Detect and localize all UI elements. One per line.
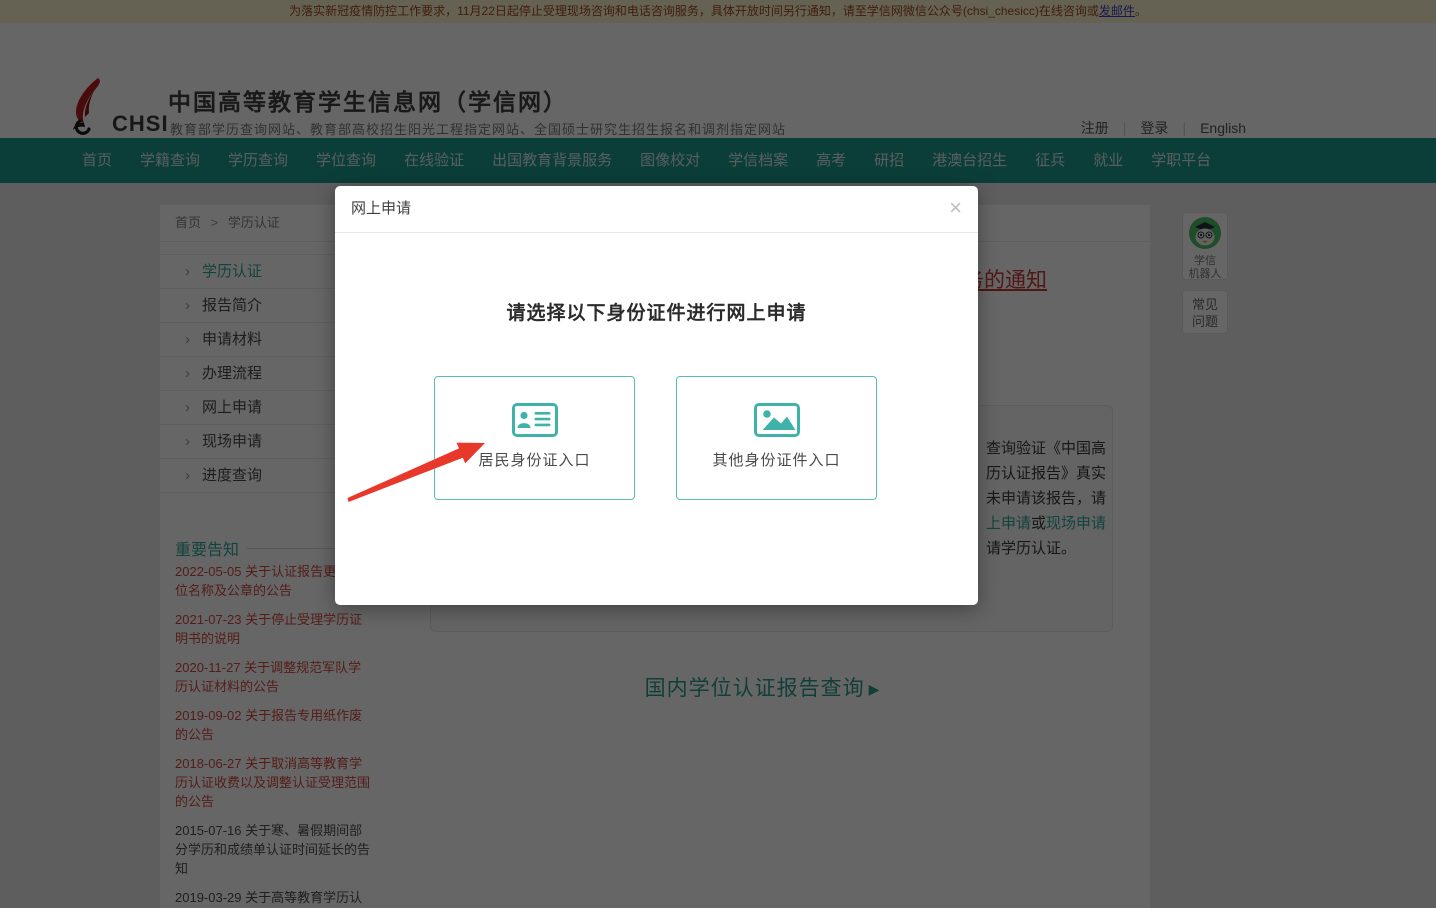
modal-title: 网上申请 bbox=[351, 200, 412, 217]
online-application-modal: 网上申请 × 请选择以下身份证件进行网上申请 居民身份证入口 其他身份证件入口 bbox=[335, 186, 978, 605]
image-icon bbox=[753, 403, 800, 437]
modal-header: 网上申请 × bbox=[335, 186, 978, 233]
card-label: 居民身份证入口 bbox=[478, 452, 591, 469]
other-id-entry-card[interactable]: 其他身份证件入口 bbox=[676, 376, 877, 500]
close-icon[interactable]: × bbox=[949, 195, 962, 221]
modal-heading: 请选择以下身份证件进行网上申请 bbox=[506, 303, 807, 324]
id-card-icon bbox=[511, 403, 558, 437]
resident-id-entry-card[interactable]: 居民身份证入口 bbox=[434, 376, 635, 500]
card-label: 其他身份证件入口 bbox=[712, 452, 841, 469]
